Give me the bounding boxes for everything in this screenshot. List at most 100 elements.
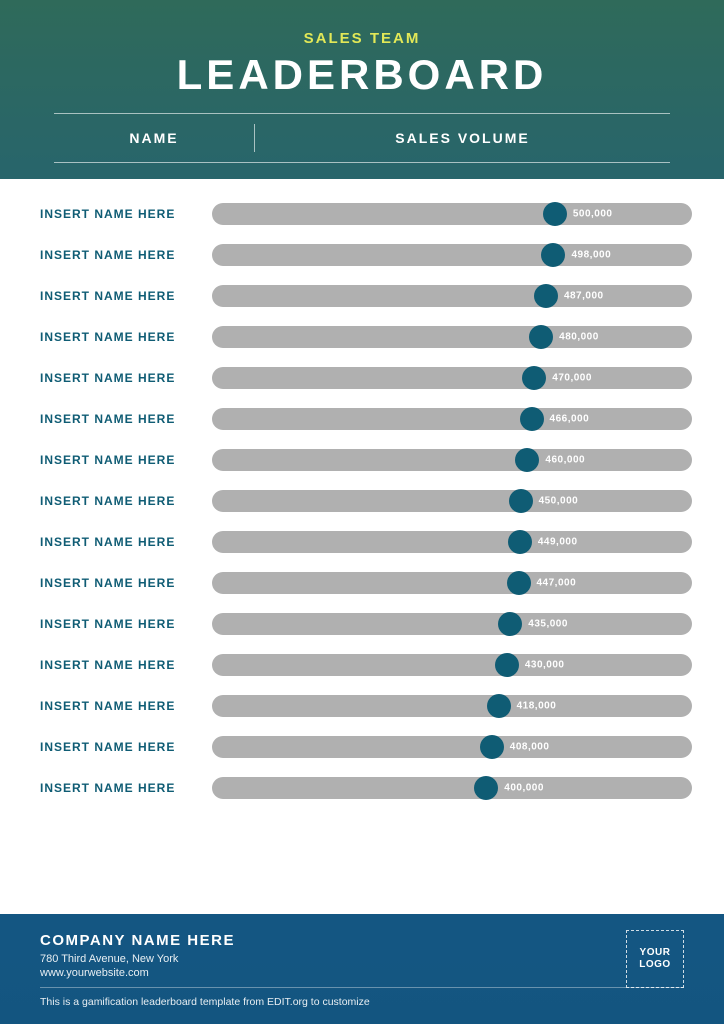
bar-track <box>212 285 692 307</box>
leaderboard-row: INSERT NAME HERE 449,000 <box>40 531 692 553</box>
bar-track <box>212 244 692 266</box>
bar-value-label: 408,000 <box>510 742 550 753</box>
leaderboard-body: INSERT NAME HERE 500,000 INSERT NAME HERE 4… <box>0 179 724 914</box>
bar-value-label: 480,000 <box>559 332 599 343</box>
leaderboard-row: INSERT NAME HERE 500,000 <box>40 203 692 225</box>
company-name: COMPANY NAME HERE <box>40 932 684 949</box>
row-name: INSERT NAME HERE <box>40 289 212 303</box>
bar-dot <box>520 407 544 431</box>
bar-dot <box>534 284 558 308</box>
bar-dot <box>509 489 533 513</box>
column-header-name: NAME <box>54 130 254 146</box>
bar-track <box>212 613 692 635</box>
row-name: INSERT NAME HERE <box>40 576 212 590</box>
bar: 400,000 <box>212 777 692 799</box>
bar: 460,000 <box>212 449 692 471</box>
bar-value-label: 498,000 <box>571 250 611 261</box>
row-name: INSERT NAME HERE <box>40 207 212 221</box>
column-header-sales: SALES VOLUME <box>255 130 670 146</box>
bar: 430,000 <box>212 654 692 676</box>
bar-track <box>212 736 692 758</box>
leaderboard-row: INSERT NAME HERE 480,000 <box>40 326 692 348</box>
bar-track <box>212 490 692 512</box>
leaderboard-page: SALES TEAM LEADERBOARD NAME SALES VOLUME… <box>0 0 724 1024</box>
leaderboard-row: INSERT NAME HERE 460,000 <box>40 449 692 471</box>
bar-value-label: 470,000 <box>552 373 592 384</box>
row-name: INSERT NAME HERE <box>40 453 212 467</box>
bar-value-label: 450,000 <box>539 496 579 507</box>
page-title: LEADERBOARD <box>50 51 674 99</box>
bar-value-label: 460,000 <box>545 455 585 466</box>
row-name: INSERT NAME HERE <box>40 658 212 672</box>
row-name: INSERT NAME HERE <box>40 330 212 344</box>
bar: 408,000 <box>212 736 692 758</box>
bar: 449,000 <box>212 531 692 553</box>
row-name: INSERT NAME HERE <box>40 494 212 508</box>
bar: 480,000 <box>212 326 692 348</box>
row-name: INSERT NAME HERE <box>40 781 212 795</box>
header: SALES TEAM LEADERBOARD NAME SALES VOLUME <box>0 0 724 179</box>
bar: 447,000 <box>212 572 692 594</box>
bar-value-label: 430,000 <box>525 660 565 671</box>
bar-dot <box>508 530 532 554</box>
leaderboard-row: INSERT NAME HERE 498,000 <box>40 244 692 266</box>
bar-track <box>212 367 692 389</box>
bar-value-label: 487,000 <box>564 291 604 302</box>
bar-value-label: 418,000 <box>517 701 557 712</box>
leaderboard-row: INSERT NAME HERE 418,000 <box>40 695 692 717</box>
bar: 466,000 <box>212 408 692 430</box>
row-name: INSERT NAME HERE <box>40 248 212 262</box>
bar: 498,000 <box>212 244 692 266</box>
bar-dot <box>507 571 531 595</box>
bar: 435,000 <box>212 613 692 635</box>
bar-value-label: 400,000 <box>504 783 544 794</box>
company-address: 780 Third Avenue, New York <box>40 953 684 965</box>
bar-track <box>212 449 692 471</box>
bar-track <box>212 408 692 430</box>
leaderboard-row: INSERT NAME HERE 447,000 <box>40 572 692 594</box>
company-url: www.yourwebsite.com <box>40 967 684 979</box>
bar: 418,000 <box>212 695 692 717</box>
row-name: INSERT NAME HERE <box>40 535 212 549</box>
bar: 450,000 <box>212 490 692 512</box>
leaderboard-row: INSERT NAME HERE 408,000 <box>40 736 692 758</box>
bar-track <box>212 572 692 594</box>
row-name: INSERT NAME HERE <box>40 371 212 385</box>
bar-dot <box>495 653 519 677</box>
bar-dot <box>474 776 498 800</box>
bar-value-label: 466,000 <box>550 414 590 425</box>
leaderboard-row: INSERT NAME HERE 435,000 <box>40 613 692 635</box>
column-headers: NAME SALES VOLUME <box>54 113 670 163</box>
row-name: INSERT NAME HERE <box>40 412 212 426</box>
leaderboard-row: INSERT NAME HERE 470,000 <box>40 367 692 389</box>
logo-placeholder: YOUR LOGO <box>626 930 684 988</box>
bar-value-label: 449,000 <box>538 537 578 548</box>
bar: 487,000 <box>212 285 692 307</box>
bar-dot <box>498 612 522 636</box>
row-name: INSERT NAME HERE <box>40 617 212 631</box>
bar-track <box>212 654 692 676</box>
bar: 500,000 <box>212 203 692 225</box>
bar-track <box>212 203 692 225</box>
bar-track <box>212 326 692 348</box>
row-name: INSERT NAME HERE <box>40 699 212 713</box>
leaderboard-row: INSERT NAME HERE 466,000 <box>40 408 692 430</box>
bar-value-label: 435,000 <box>528 619 568 630</box>
logo-text-2: LOGO <box>639 959 670 970</box>
bar-dot <box>480 735 504 759</box>
leaderboard-row: INSERT NAME HERE 450,000 <box>40 490 692 512</box>
bar-value-label: 500,000 <box>573 209 613 220</box>
bar-dot <box>541 243 565 267</box>
bar-dot <box>529 325 553 349</box>
bar: 470,000 <box>212 367 692 389</box>
bar-dot <box>543 202 567 226</box>
bar-track <box>212 695 692 717</box>
row-name: INSERT NAME HERE <box>40 740 212 754</box>
bar-dot <box>522 366 546 390</box>
leaderboard-row: INSERT NAME HERE 400,000 <box>40 777 692 799</box>
footer: COMPANY NAME HERE 780 Third Avenue, New … <box>0 914 724 1024</box>
leaderboard-row: INSERT NAME HERE 487,000 <box>40 285 692 307</box>
bar-value-label: 447,000 <box>537 578 577 589</box>
footer-note: This is a gamification leaderboard templ… <box>40 987 684 1008</box>
subtitle: SALES TEAM <box>50 30 674 47</box>
